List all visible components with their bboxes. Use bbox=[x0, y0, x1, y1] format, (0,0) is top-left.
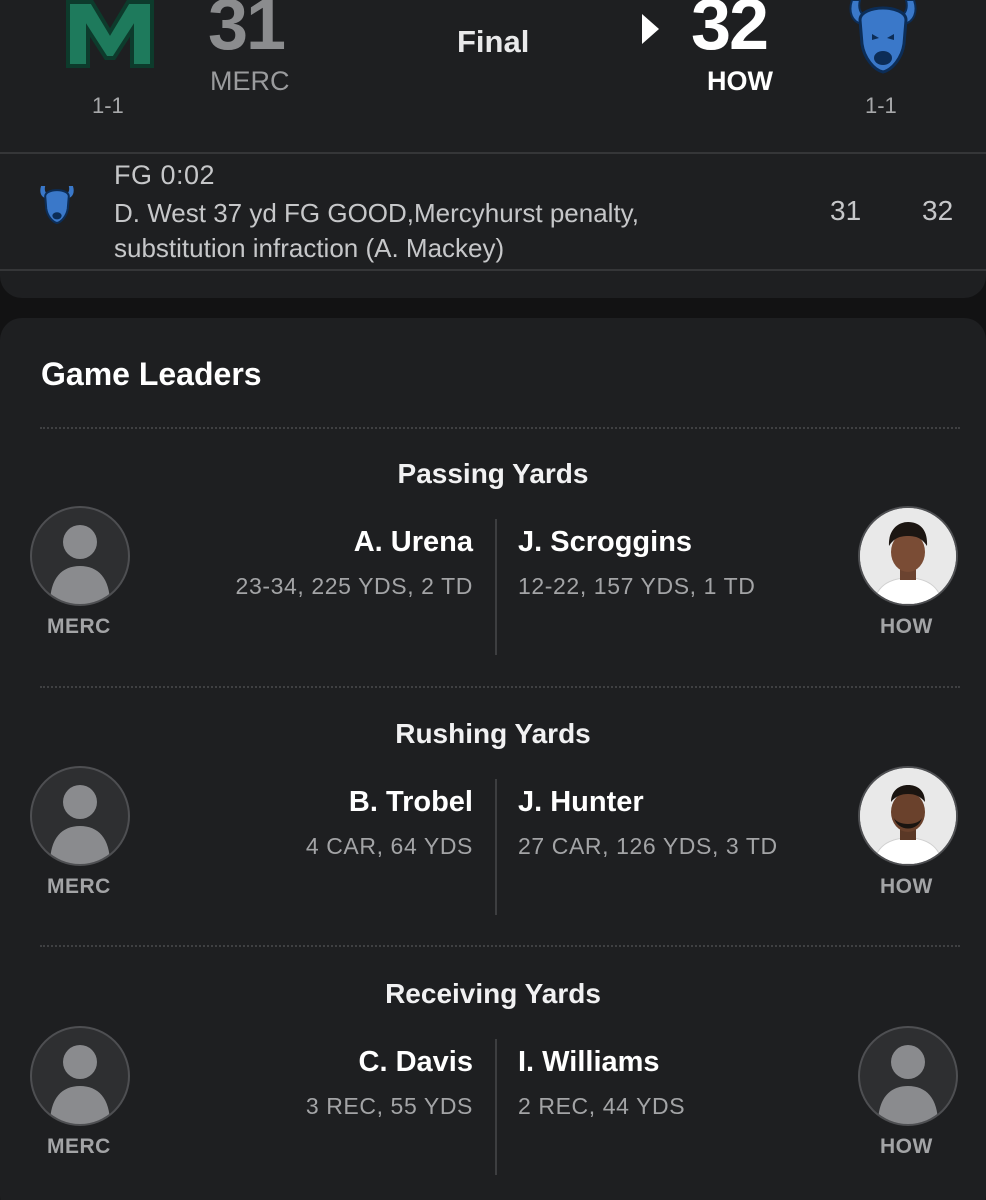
game-status: Final bbox=[457, 24, 530, 59]
away-team-abbr[interactable]: HOW bbox=[707, 66, 773, 97]
home-team-abbr[interactable]: MERC bbox=[210, 66, 290, 97]
away-team-record: 1-1 bbox=[865, 93, 897, 118]
left-team-label: MERC bbox=[47, 615, 111, 638]
home-team-record: 1-1 bbox=[92, 93, 124, 118]
vertical-divider bbox=[495, 779, 497, 915]
right-team-label: HOW bbox=[880, 615, 933, 638]
left-player-stat: 4 CAR, 64 YDS bbox=[305, 833, 473, 859]
player-headshot-avatar[interactable] bbox=[858, 506, 958, 606]
category-title: Passing Yards bbox=[397, 458, 589, 489]
divider bbox=[0, 269, 986, 271]
right-team-label: HOW bbox=[880, 1135, 933, 1158]
right-player-name[interactable]: J. Scroggins bbox=[518, 526, 692, 559]
home-team-score: 31 bbox=[208, 0, 286, 65]
player-avatar-placeholder[interactable] bbox=[30, 1026, 130, 1126]
dotted-divider bbox=[40, 945, 960, 947]
right-player-stat: 27 CAR, 126 YDS, 3 TD bbox=[518, 833, 778, 859]
vertical-divider bbox=[495, 1039, 497, 1175]
divider bbox=[0, 152, 986, 154]
left-player-name[interactable]: C. Davis bbox=[359, 1046, 473, 1079]
player-avatar-placeholder[interactable] bbox=[30, 506, 130, 606]
howard-bison-logo-icon bbox=[38, 181, 76, 227]
mercyhurst-logo-icon[interactable] bbox=[62, 0, 158, 74]
right-team-label: HOW bbox=[880, 875, 933, 898]
player-avatar-placeholder[interactable] bbox=[30, 766, 130, 866]
caret-right-icon bbox=[642, 14, 659, 44]
game-leaders-title: Game Leaders bbox=[41, 356, 262, 392]
howard-bison-logo-icon[interactable] bbox=[846, 0, 920, 76]
category-title: Rushing Yards bbox=[395, 718, 591, 749]
dotted-divider bbox=[40, 427, 960, 429]
left-player-stat: 3 REC, 55 YDS bbox=[305, 1093, 473, 1119]
leaders-section-rushing: Rushing Yards MERC B. Trobel 4 CAR, 64 Y… bbox=[0, 702, 986, 952]
last-play-home-score: 31 bbox=[830, 195, 862, 226]
right-player-stat: 12-22, 157 YDS, 1 TD bbox=[518, 573, 756, 599]
right-player-name[interactable]: J. Hunter bbox=[518, 786, 644, 819]
last-play-description: D. West 37 yd FG GOOD,Mercyhurst penalty… bbox=[114, 198, 639, 263]
right-player-stat: 2 REC, 44 YDS bbox=[518, 1093, 686, 1119]
scoreboard-card: 31 MERC 1-1 Final 32 HOW 1-1 FG 0:02 D. … bbox=[0, 0, 986, 298]
leaders-section-receiving: Receiving Yards MERC C. Davis 3 REC, 55 … bbox=[0, 962, 986, 1200]
category-title: Receiving Yards bbox=[385, 978, 601, 1009]
last-play-away-score: 32 bbox=[922, 195, 954, 226]
right-player-name[interactable]: I. Williams bbox=[518, 1046, 660, 1079]
left-player-name[interactable]: A. Urena bbox=[354, 526, 473, 559]
leaders-section-passing: Passing Yards MERC A. Urena 23-34, 225 Y… bbox=[0, 442, 986, 692]
vertical-divider bbox=[495, 519, 497, 655]
game-leaders-card: Game Leaders Passing Yards MERC A. Urena… bbox=[0, 318, 986, 1200]
left-player-name[interactable]: B. Trobel bbox=[349, 786, 473, 819]
away-team-score: 32 bbox=[691, 0, 769, 65]
left-team-label: MERC bbox=[47, 875, 111, 898]
last-play-type: FG 0:02 bbox=[114, 160, 216, 190]
left-team-label: MERC bbox=[47, 1135, 111, 1158]
player-headshot-avatar[interactable] bbox=[858, 766, 958, 866]
left-player-stat: 23-34, 225 YDS, 2 TD bbox=[235, 573, 473, 599]
player-avatar-placeholder[interactable] bbox=[858, 1026, 958, 1126]
dotted-divider bbox=[40, 686, 960, 688]
